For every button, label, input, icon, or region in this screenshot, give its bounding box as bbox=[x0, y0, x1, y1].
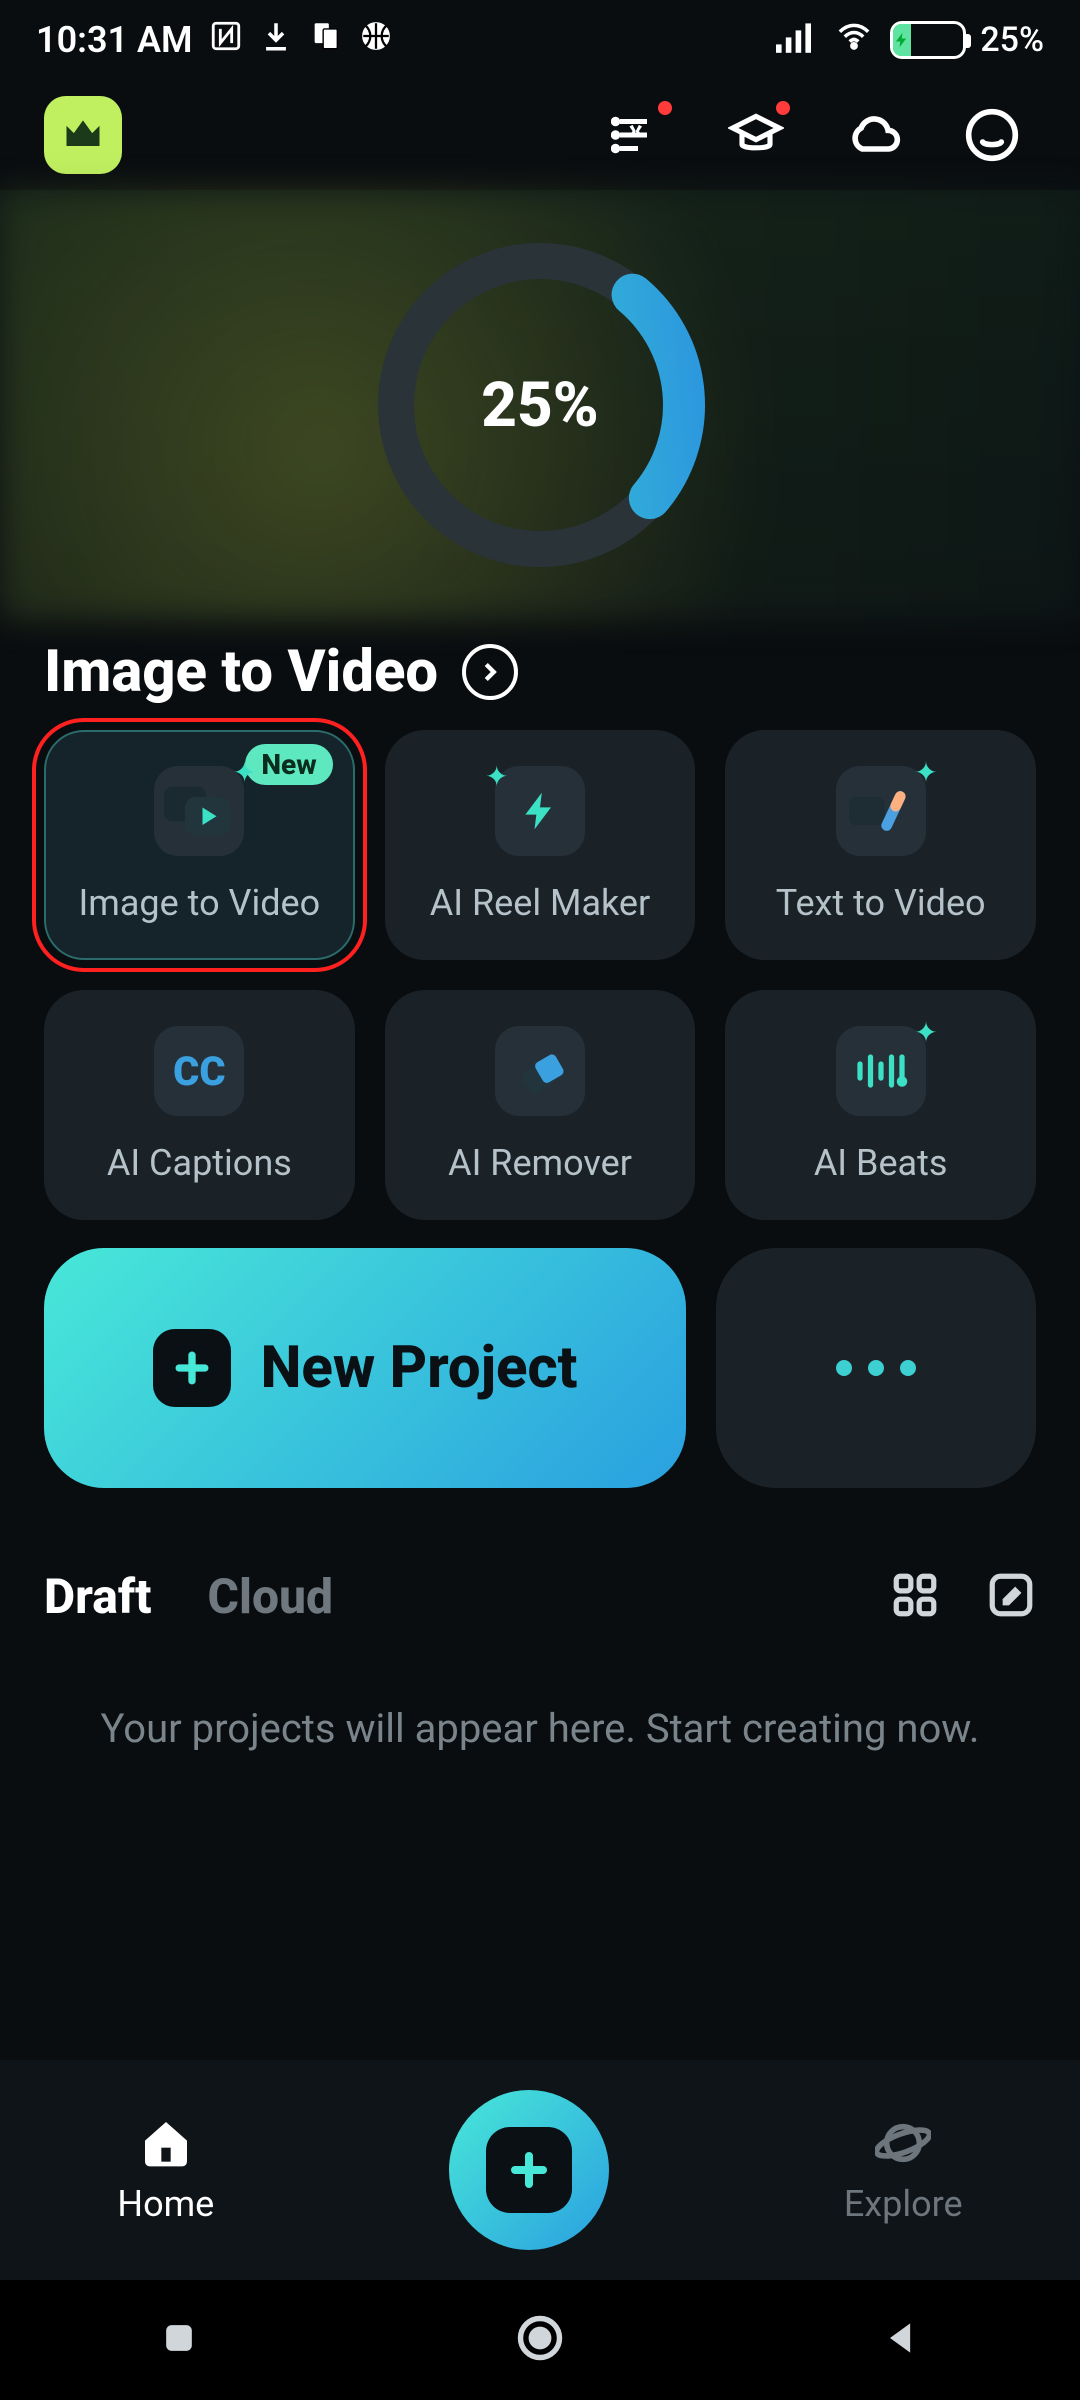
basketball-icon bbox=[359, 19, 393, 62]
reel-maker-icon: ✦ bbox=[495, 766, 585, 856]
back-button[interactable] bbox=[879, 2316, 923, 2364]
bottom-nav: Home Explore bbox=[0, 2060, 1080, 2280]
hero-banner[interactable]: 25% bbox=[0, 190, 1080, 620]
premium-badge[interactable] bbox=[44, 96, 122, 174]
empty-state-message: Your projects will appear here. Start cr… bbox=[0, 1645, 1080, 1752]
nav-explore[interactable]: Explore bbox=[844, 2115, 963, 2225]
more-button[interactable] bbox=[716, 1248, 1036, 1488]
nav-home-label: Home bbox=[117, 2183, 214, 2225]
system-nav-bar bbox=[0, 2280, 1080, 2400]
tool-image-to-video[interactable]: New ✦ Image to Video bbox=[44, 730, 355, 960]
plus-icon bbox=[153, 1329, 231, 1407]
section-heading[interactable]: Image to Video bbox=[0, 620, 1080, 730]
eraser-icon bbox=[495, 1026, 585, 1116]
text-video-icon: ✦ bbox=[836, 766, 926, 856]
beats-icon: ✦ bbox=[836, 1026, 926, 1116]
academy-icon[interactable] bbox=[726, 105, 786, 165]
chevron-right-icon bbox=[462, 644, 518, 700]
progress-ring: 25% bbox=[360, 225, 720, 585]
nav-home[interactable]: Home bbox=[117, 2115, 214, 2225]
nav-create-button[interactable] bbox=[449, 2090, 609, 2250]
recents-button[interactable] bbox=[157, 2316, 201, 2364]
section-title: Image to Video bbox=[44, 638, 438, 706]
cards-icon bbox=[309, 19, 343, 62]
tool-ai-beats[interactable]: ✦ AI Beats bbox=[725, 990, 1036, 1220]
tool-text-to-video[interactable]: ✦ Text to Video bbox=[725, 730, 1036, 960]
new-badge: New bbox=[245, 744, 332, 785]
progress-percent: 25% bbox=[360, 225, 720, 585]
tool-label: Text to Video bbox=[776, 882, 986, 924]
tool-label: AI Remover bbox=[448, 1142, 632, 1184]
new-project-button[interactable]: New Project bbox=[44, 1248, 686, 1488]
nav-explore-label: Explore bbox=[844, 2183, 963, 2225]
tool-ai-remover[interactable]: AI Remover bbox=[385, 990, 696, 1220]
wifi-icon bbox=[832, 19, 876, 62]
tool-grid: New ✦ Image to Video ✦ AI Reel Maker ✦ T… bbox=[0, 730, 1080, 1248]
plus-icon bbox=[486, 2127, 572, 2213]
nfc-icon bbox=[209, 19, 243, 62]
tab-cloud[interactable]: Cloud bbox=[208, 1568, 333, 1625]
grid-view-icon[interactable] bbox=[890, 1570, 940, 1624]
tool-ai-reel-maker[interactable]: ✦ AI Reel Maker bbox=[385, 730, 696, 960]
tool-label: AI Beats bbox=[814, 1142, 948, 1184]
tool-ai-captions[interactable]: CC AI Captions bbox=[44, 990, 355, 1220]
app-top-bar bbox=[0, 80, 1080, 190]
dot-icon bbox=[900, 1360, 916, 1376]
tool-label: AI Reel Maker bbox=[430, 882, 650, 924]
tab-draft[interactable]: Draft bbox=[44, 1568, 152, 1625]
planet-icon bbox=[875, 2115, 931, 2171]
dot-icon bbox=[868, 1360, 884, 1376]
edit-icon[interactable] bbox=[986, 1570, 1036, 1624]
effects-list-icon[interactable] bbox=[608, 105, 668, 165]
cc-text: CC bbox=[173, 1048, 226, 1095]
home-button[interactable] bbox=[514, 2312, 566, 2368]
profile-icon[interactable] bbox=[962, 105, 1022, 165]
battery-percent: 25% bbox=[980, 20, 1044, 60]
status-time: 10:31 AM bbox=[36, 19, 193, 61]
project-tabs: Draft Cloud bbox=[0, 1508, 1080, 1645]
tool-label: Image to Video bbox=[78, 882, 320, 924]
cloud-icon[interactable] bbox=[844, 105, 904, 165]
status-bar: 10:31 AM 25% bbox=[0, 0, 1080, 80]
new-project-label: New Project bbox=[261, 1334, 578, 1402]
signal-icon bbox=[776, 19, 818, 62]
home-icon bbox=[138, 2115, 194, 2171]
image-video-icon: ✦ bbox=[154, 766, 244, 856]
new-project-row: New Project bbox=[0, 1248, 1080, 1508]
tool-label: AI Captions bbox=[107, 1142, 292, 1184]
dot-icon bbox=[836, 1360, 852, 1376]
download-icon bbox=[259, 19, 293, 62]
battery-icon bbox=[890, 21, 966, 59]
captions-icon: CC bbox=[154, 1026, 244, 1116]
